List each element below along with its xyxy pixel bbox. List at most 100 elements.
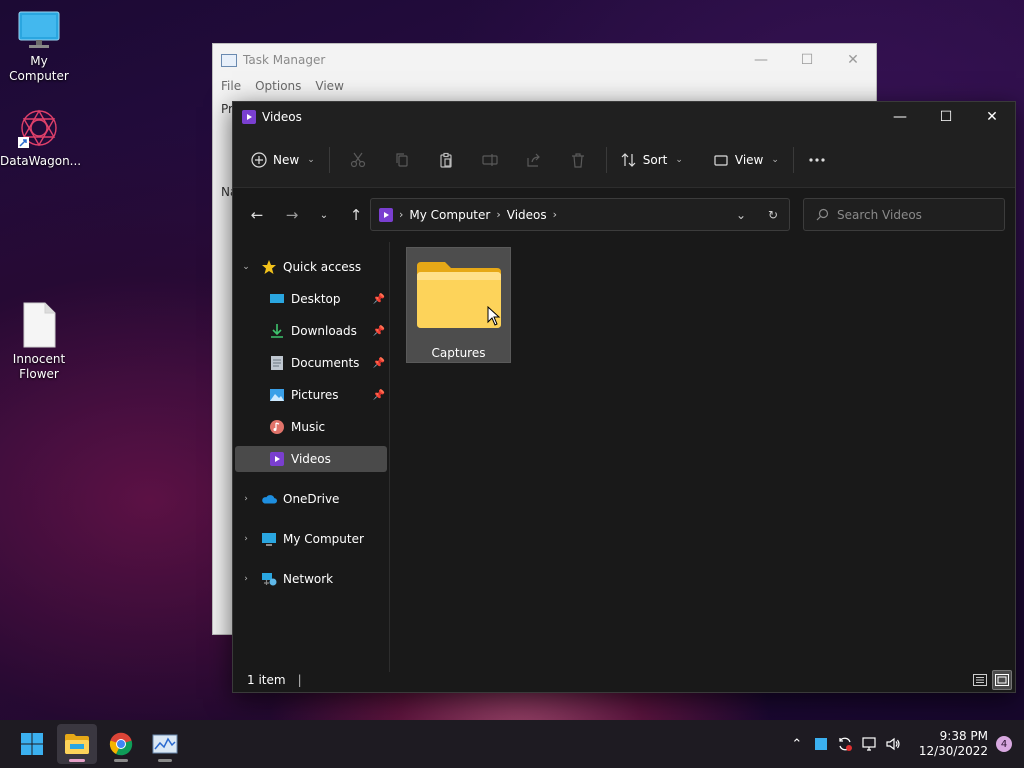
sidebar-item-label: Videos <box>291 452 331 466</box>
chevron-right-icon[interactable]: › <box>239 494 253 504</box>
sidebar-item-onedrive[interactable]: › OneDrive <box>239 486 387 512</box>
status-bar: 1 item | <box>233 668 1015 692</box>
sidebar-item-quick-access[interactable]: ⌄ Quick access <box>239 254 387 280</box>
more-options-button[interactable] <box>800 144 834 176</box>
recent-locations-button[interactable]: ⌄ <box>308 199 340 231</box>
sidebar-item-desktop[interactable]: Desktop 📌 <box>269 286 387 312</box>
clock-time: 9:38 PM <box>939 729 988 743</box>
pin-icon: 📌 <box>372 325 385 337</box>
pictures-icon <box>269 387 285 403</box>
copy-icon[interactable] <box>386 144 418 176</box>
tray-app-icon[interactable] <box>809 732 833 756</box>
sidebar-item-documents[interactable]: Documents 📌 <box>269 350 387 376</box>
task-manager-titlebar[interactable]: Task Manager — ☐ ✕ <box>213 44 876 76</box>
delete-icon[interactable] <box>562 144 594 176</box>
task-manager-title: Task Manager <box>243 53 326 67</box>
search-icon <box>816 208 829 221</box>
sidebar-item-videos[interactable]: Videos <box>235 446 387 472</box>
volume-icon[interactable] <box>881 732 905 756</box>
file-icon <box>23 302 56 348</box>
taskbar-task-manager[interactable] <box>145 724 185 764</box>
videos-icon <box>269 451 285 467</box>
sync-icon[interactable] <box>833 732 857 756</box>
network-status-icon[interactable] <box>857 732 881 756</box>
status-divider: | <box>297 673 302 687</box>
sidebar-item-downloads[interactable]: Downloads 📌 <box>269 318 387 344</box>
breadcrumb-separator[interactable]: › <box>399 208 403 221</box>
running-indicator <box>114 759 128 762</box>
paste-icon[interactable] <box>430 144 462 176</box>
desktop-icon-my-computer[interactable]: My Computer <box>0 10 78 84</box>
rename-icon[interactable] <box>474 144 506 176</box>
task-manager-icon <box>221 53 237 67</box>
chevron-right-icon[interactable]: › <box>239 574 253 584</box>
cut-icon[interactable] <box>342 144 374 176</box>
task-manager-icon <box>152 734 178 754</box>
star-icon <box>261 259 277 275</box>
folder-item[interactable]: Captures <box>406 247 511 363</box>
breadcrumb-videos[interactable]: Videos <box>507 208 547 222</box>
back-button[interactable]: ← <box>241 199 273 231</box>
forward-button[interactable]: → <box>276 199 308 231</box>
task-manager-menubar: File Options View <box>213 76 876 96</box>
close-button[interactable]: ✕ <box>969 102 1015 132</box>
sidebar-item-network[interactable]: › Network <box>239 566 387 592</box>
tm-maximize-button[interactable]: ☐ <box>784 52 830 68</box>
search-box[interactable] <box>803 198 1005 231</box>
taskbar-file-explorer[interactable] <box>57 724 97 764</box>
breadcrumb-separator[interactable]: › <box>553 208 557 221</box>
view-button[interactable]: View ⌄ <box>705 144 787 176</box>
monitor-icon <box>18 11 60 48</box>
folder-label: Captures <box>431 346 486 360</box>
desktop-icon-label: My Computer <box>9 54 69 83</box>
show-hidden-icons-button[interactable]: ⌃ <box>785 732 809 756</box>
breadcrumb-my-computer[interactable]: My Computer <box>409 208 490 222</box>
details-view-toggle[interactable] <box>970 670 990 690</box>
large-icons-view-toggle[interactable] <box>992 670 1012 690</box>
toolbar-divider <box>605 146 607 173</box>
start-button[interactable] <box>12 724 52 764</box>
chevron-down-icon[interactable]: ⌄ <box>239 262 253 272</box>
videos-app-icon <box>242 110 256 124</box>
taskbar: ⌃ 9:38 PM 12/30/2022 4 <box>0 720 1024 768</box>
maximize-button[interactable]: ☐ <box>923 102 969 132</box>
sidebar-item-my-computer[interactable]: › My Computer <box>239 526 387 552</box>
sidebar-item-label: OneDrive <box>283 492 340 506</box>
sidebar-item-music[interactable]: Music <box>269 414 387 440</box>
toolbar-divider <box>328 146 330 173</box>
sidebar-item-label: Quick access <box>283 260 362 274</box>
refresh-icon[interactable]: ↻ <box>757 208 789 222</box>
tm-menu-view[interactable]: View <box>315 79 343 93</box>
notification-badge[interactable]: 4 <box>996 736 1012 752</box>
tm-close-button[interactable]: ✕ <box>830 52 876 68</box>
desktop-icon-innocent-flower[interactable]: Innocent Flower <box>0 302 78 382</box>
plus-circle-icon <box>251 151 267 168</box>
sidebar-item-pictures[interactable]: Pictures 📌 <box>269 382 387 408</box>
minimize-button[interactable]: — <box>877 102 923 132</box>
chevron-right-icon[interactable]: › <box>239 534 253 544</box>
share-icon[interactable] <box>518 144 550 176</box>
up-button[interactable]: ↑ <box>340 199 372 231</box>
active-indicator <box>69 759 85 762</box>
taskbar-chrome[interactable] <box>101 724 141 764</box>
tm-menu-file[interactable]: File <box>221 79 241 93</box>
clock-date: 12/30/2022 <box>918 744 988 758</box>
sort-button[interactable]: Sort ⌄ <box>613 144 691 176</box>
tm-minimize-button[interactable]: — <box>738 52 784 68</box>
breadcrumb-separator[interactable]: › <box>496 208 500 221</box>
address-bar[interactable]: › My Computer › Videos › ⌄ ↻ <box>370 198 790 231</box>
explorer-titlebar[interactable]: Videos — ☐ ✕ <box>233 102 1015 132</box>
chevron-down-icon: ⌄ <box>307 154 315 165</box>
sort-label: Sort <box>642 152 668 167</box>
tm-menu-options[interactable]: Options <box>255 79 301 93</box>
clock[interactable]: 9:38 PM 12/30/2022 <box>919 729 988 759</box>
chevron-down-icon: ⌄ <box>675 154 683 165</box>
new-button[interactable]: New ⌄ <box>243 144 323 176</box>
search-input[interactable] <box>837 207 987 222</box>
sidebar-item-label: Downloads <box>291 324 357 338</box>
desktop-icon-datawagon[interactable]: DataWagon... <box>0 106 81 169</box>
sidebar-item-label: Documents <box>291 356 360 370</box>
address-dropdown-icon[interactable]: ⌄ <box>725 208 757 222</box>
file-explorer-window[interactable]: Videos — ☐ ✕ New ⌄ Sort ⌄ View ⌄ ← → ⌄ ↑… <box>232 101 1016 693</box>
chrome-icon <box>109 732 133 756</box>
